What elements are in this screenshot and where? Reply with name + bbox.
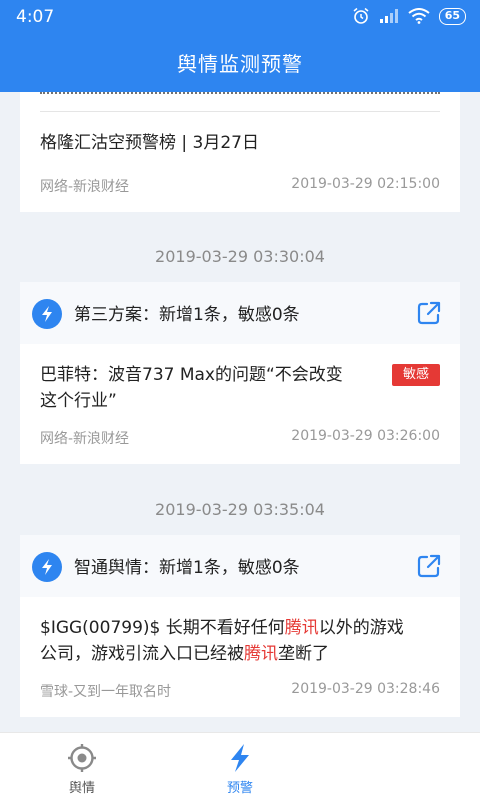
news-title-line: 这个行业” [40,391,117,411]
news-card[interactable]: $IGG(00799)$ 长期不看好任何腾讯以外的游戏 公司，游戏引流入口已经被… [20,597,460,717]
news-title[interactable]: $IGG(00799)$ 长期不看好任何腾讯以外的游戏 公司，游戏引流入口已经被… [40,615,404,667]
scheme-header[interactable]: 智通舆情：新增1条，敏感0条 [20,535,460,597]
title-text: 垄断了 [278,644,329,664]
news-source: 网络-新浪财经 [40,431,130,447]
news-title[interactable]: 巴菲特：波音737 Max的问题“不会改变 这个行业” [40,362,343,414]
nav-item-alert[interactable]: 预警 [180,733,300,800]
news-title-line: 巴菲特：波音737 Max的问题“不会改变 [40,365,343,385]
group-timestamp: 2019-03-29 03:30:04 [155,247,325,266]
page-title: 舆情监测预警 [177,52,303,76]
nav-label: 预警 [226,781,253,796]
status-bar: 4:07 65 [0,0,480,36]
target-icon [68,744,96,772]
scheme-summary: 第三方案：新增1条，敏感0条 [74,305,300,325]
nav-item-sentiment[interactable]: 舆情 [22,733,142,800]
open-external-icon[interactable] [416,300,442,326]
battery-indicator: 65 [438,7,466,25]
lightning-icon [32,552,62,582]
news-title-line: $IGG(00799)$ 长期不看好任何腾讯以外的游戏 [40,615,404,641]
lightning-icon [231,744,249,772]
app-header: 舆情监测预警 [0,36,480,92]
bottom-nav: 舆情 预警 [0,732,480,800]
scheme-header[interactable]: 第三方案：新增1条，敏感0条 [20,282,460,344]
title-text: 公司，游戏引流入口已经被 [40,644,244,664]
alarm-icon [353,7,369,24]
news-card[interactable]: 格隆汇沽空预警榜 | 3月27日 网络-新浪财经 2019-03-29 02:1… [20,92,460,212]
keyword-highlight: 腾讯 [284,618,319,638]
news-title[interactable]: 格隆汇沽空预警榜 | 3月27日 [40,130,259,156]
lightning-icon [32,299,62,329]
news-time: 2019-03-29 03:28:46 [291,681,440,697]
news-time: 2019-03-29 02:15:00 [291,176,440,192]
wifi-icon [408,8,430,24]
news-source: 雪球-又到一年取名时 [40,684,172,700]
divider [40,111,440,112]
news-card[interactable]: 巴菲特：波音737 Max的问题“不会改变 这个行业” 敏感 网络-新浪财经 2… [20,344,460,464]
scheme-summary: 智通舆情：新增1条，敏感0条 [74,558,300,578]
group-timestamp: 2019-03-29 03:35:04 [155,500,325,519]
alert-feed[interactable]: 格隆汇沽空预警榜 | 3月27日 网络-新浪财经 2019-03-29 02:1… [0,92,480,732]
open-external-icon[interactable] [416,553,442,579]
news-source: 网络-新浪财经 [40,179,130,195]
signal-icon [379,9,398,23]
title-text: $IGG(00799)$ 长期不看好任何 [40,618,285,638]
title-text: 以外的游戏 [318,618,404,638]
status-icons: 65 [352,7,466,25]
sensitive-badge: 敏感 [392,364,440,386]
status-time: 4:07 [16,7,55,27]
news-time: 2019-03-29 03:26:00 [291,428,440,444]
nav-label: 舆情 [68,781,95,796]
truncated-text-line [40,92,440,98]
news-title-line: 公司，游戏引流入口已经被腾讯垄断了 [40,641,404,667]
keyword-highlight: 腾讯 [244,644,278,664]
